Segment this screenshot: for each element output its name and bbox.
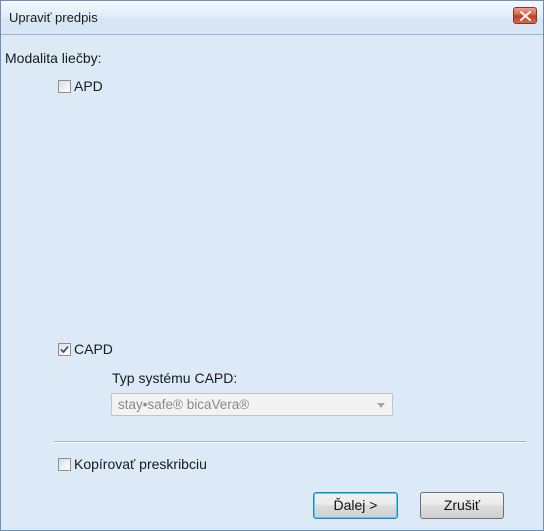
close-icon (520, 11, 531, 21)
separator (54, 441, 526, 443)
capd-label[interactable]: CAPD (74, 341, 113, 357)
copy-prescription-checkbox[interactable] (58, 458, 71, 471)
capd-system-type-value: stay•safe® bicaVera® (118, 397, 250, 412)
apd-label[interactable]: APD (74, 78, 103, 94)
close-button[interactable] (513, 7, 537, 24)
apd-checkbox[interactable] (58, 80, 71, 93)
next-button[interactable]: Ďalej > (313, 492, 398, 519)
cancel-button[interactable]: Zrušiť (420, 492, 504, 519)
title-bar: Upraviť predpis (1, 1, 543, 35)
dialog-title: Upraviť predpis (9, 10, 98, 25)
capd-checkbox[interactable] (58, 343, 71, 356)
checkmark-icon (60, 345, 69, 354)
capd-system-type-label: Typ systému CAPD: (112, 370, 238, 386)
dialog-body: Modalita liečby: APD CAPD Typ systému CA… (5, 38, 535, 530)
capd-system-type-select[interactable]: stay•safe® bicaVera® (111, 393, 393, 416)
modality-label: Modalita liečby: (5, 50, 102, 66)
copy-prescription-label[interactable]: Kopírovať preskribciu (74, 456, 207, 472)
edit-prescription-dialog: Upraviť predpis Modalita liečby: APD CAP… (0, 0, 544, 531)
chevron-down-icon (377, 403, 385, 408)
